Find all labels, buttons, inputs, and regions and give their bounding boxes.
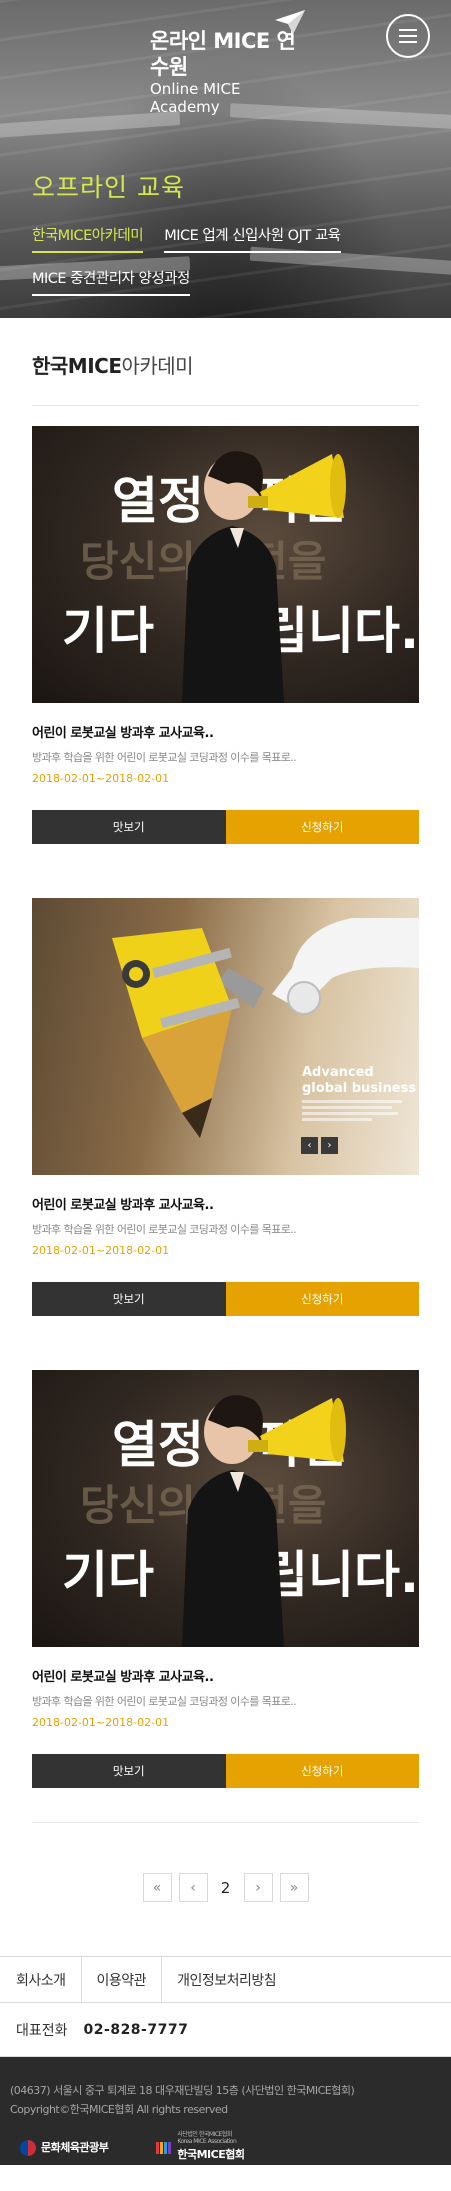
course-description: 방과후 학습을 위한 어린이 로봇교실 코딩과정 이수를 목표로.. bbox=[32, 1695, 297, 1708]
footer-link-terms[interactable]: 이용약관 bbox=[82, 1956, 163, 2003]
main-content: 한국MICE아카데미 열정 적인 당신의 도전을 기다 립니다. bbox=[0, 318, 451, 1823]
association-text: 사단법인 한국MICE협회 Korea MICE Association 한국M… bbox=[177, 2131, 245, 2164]
footer-link-about[interactable]: 회사소개 bbox=[0, 1956, 82, 2003]
paper-plane-icon bbox=[275, 10, 305, 34]
course-description: 방과후 학습을 위한 어린이 로봇교실 코딩과정 이수를 목표로.. bbox=[32, 1223, 297, 1236]
course-date: 2018-02-01~2018-02-01 bbox=[32, 1716, 170, 1729]
image-text: 열정 bbox=[112, 472, 204, 530]
image-text: 열정 bbox=[112, 1416, 204, 1474]
ministry-logo[interactable]: 문화체육관광부 bbox=[20, 2138, 109, 2157]
ministry-name: 문화체육관광부 bbox=[41, 2141, 109, 2154]
logo-title: 온라인 MICE 연수원 bbox=[150, 29, 296, 79]
image-text: 립니다. bbox=[262, 1546, 419, 1604]
hamburger-line bbox=[399, 41, 417, 43]
course-card: 열정 적인 당신의 도전을 기다 립니다. 어린이 로봇교실 방과후 교사교육.… bbox=[32, 1350, 419, 1822]
footer-link-privacy[interactable]: 개인정보처리방침 bbox=[162, 1956, 291, 2003]
last-page-button[interactable]: » bbox=[279, 1873, 309, 1902]
course-card: Advanced global business ‹ › 어린이 로봇교실 방과… bbox=[32, 878, 419, 1350]
tab-korea-mice-academy[interactable]: 한국MICE아카데미 bbox=[32, 224, 144, 253]
hero-banner: 온라인 MICE 연수원 Online MICE Academy 오프라인 교육… bbox=[0, 0, 451, 318]
preview-button[interactable]: 맛보기 bbox=[32, 810, 226, 844]
image-text: global business bbox=[302, 1081, 416, 1096]
section-title: 한국MICE아카데미 bbox=[32, 350, 419, 406]
association-name-small: 사단법인 한국MICE협회 bbox=[177, 2131, 232, 2138]
course-card: 열정 적인 당신의 도전을 기다 립니다. 어린이 로봇교실 방과후 교사교육.… bbox=[32, 406, 419, 878]
phone-label: 대표전화 bbox=[16, 2022, 68, 2039]
prev-page-button[interactable]: ‹ bbox=[178, 1873, 208, 1902]
footer-links: 회사소개 이용약관 개인정보처리방침 bbox=[0, 1956, 451, 2003]
taegeuk-icon bbox=[20, 2139, 36, 2156]
image-text: 기다 bbox=[62, 602, 154, 660]
footer-copyright: Copyright©한국MICE협회 All rights reserved bbox=[10, 2103, 228, 2116]
section-title-bold: 한국MICE bbox=[32, 354, 122, 378]
section-title-light: 아카데미 bbox=[121, 354, 194, 378]
logo-subtitle: Online MICE Academy bbox=[150, 80, 241, 116]
image-text: 기다 bbox=[62, 1546, 154, 1604]
hamburger-line bbox=[399, 29, 417, 31]
footer-address: (04637) 서울시 중구 퇴계로 18 대우재단빌딩 15층 (사단법인 한… bbox=[10, 2084, 355, 2097]
hamburger-line bbox=[399, 35, 417, 37]
course-thumbnail[interactable]: 열정 적인 당신의 도전을 기다 립니다. bbox=[32, 426, 419, 703]
course-title[interactable]: 어린이 로봇교실 방과후 교사교육.. bbox=[32, 1194, 419, 1213]
course-title[interactable]: 어린이 로봇교실 방과후 교사교육.. bbox=[32, 1666, 419, 1685]
apply-button[interactable]: 신청하기 bbox=[225, 1754, 419, 1788]
image-text: Advanced bbox=[302, 1065, 374, 1080]
next-page-button[interactable]: › bbox=[243, 1873, 273, 1902]
megaphone-woman-image: 열정 적인 당신의 도전을 기다 립니다. bbox=[62, 451, 419, 703]
hamburger-menu-button[interactable] bbox=[386, 14, 430, 58]
phone-number[interactable]: 02-828-7777 bbox=[84, 2022, 189, 2038]
category-tabs: 한국MICE아카데미 MICE 업계 신입사원 OJT 교육 MICE 중견관리… bbox=[32, 224, 432, 310]
current-page-number[interactable]: 2 bbox=[214, 1873, 237, 1902]
footer-bottom: (04637) 서울시 중구 퇴계로 18 대우재단빌딩 15층 (사단법인 한… bbox=[0, 2057, 451, 2165]
course-thumbnail[interactable]: 열정 적인 당신의 도전을 기다 립니다. bbox=[32, 1370, 419, 1647]
pagination: « ‹ 2 › » bbox=[0, 1823, 451, 1956]
slide-next-icon[interactable]: › bbox=[321, 1137, 338, 1154]
site-logo[interactable]: 온라인 MICE 연수원 Online MICE Academy bbox=[150, 28, 310, 116]
apply-button[interactable]: 신청하기 bbox=[225, 1282, 419, 1316]
course-date: 2018-02-01~2018-02-01 bbox=[32, 1244, 170, 1257]
tab-manager-course[interactable]: MICE 중견관리자 양성과정 bbox=[32, 267, 190, 296]
footer-logos: 문화체육관광부 사단법인 한국MICE협회 Korea MICE Associa… bbox=[10, 2131, 441, 2164]
association-name: 한국MICE협회 bbox=[177, 2148, 245, 2161]
pencil-robot-image: Advanced global business bbox=[112, 918, 419, 1138]
page-title: 오프라인 교육 bbox=[32, 173, 185, 202]
image-text: 립니다. bbox=[262, 602, 419, 660]
footer-phone: 대표전화 02-828-7777 bbox=[0, 2003, 451, 2057]
course-description: 방과후 학습을 위한 어린이 로봇교실 코딩과정 이수를 목표로.. bbox=[32, 751, 297, 764]
megaphone-woman-image: 열정 적인 당신의 도전을 기다 립니다. bbox=[62, 1395, 419, 1647]
slide-prev-icon[interactable]: ‹ bbox=[301, 1137, 318, 1154]
first-page-button[interactable]: « bbox=[142, 1873, 172, 1902]
course-actions: 맛보기 신청하기 bbox=[32, 1282, 419, 1316]
course-actions: 맛보기 신청하기 bbox=[32, 1754, 419, 1788]
preview-button[interactable]: 맛보기 bbox=[32, 1754, 226, 1788]
tab-ojt-training[interactable]: MICE 업계 신입사원 OJT 교육 bbox=[164, 224, 341, 253]
course-thumbnail[interactable]: Advanced global business ‹ › bbox=[32, 898, 419, 1175]
preview-button[interactable]: 맛보기 bbox=[32, 1282, 226, 1316]
association-mark-icon bbox=[156, 2141, 172, 2154]
course-actions: 맛보기 신청하기 bbox=[32, 810, 419, 844]
course-title[interactable]: 어린이 로봇교실 방과후 교사교육.. bbox=[32, 722, 419, 741]
association-logo[interactable]: 사단법인 한국MICE협회 Korea MICE Association 한국M… bbox=[156, 2131, 245, 2164]
apply-button[interactable]: 신청하기 bbox=[225, 810, 419, 844]
association-name-small-en: Korea MICE Association bbox=[177, 2138, 237, 2145]
course-date: 2018-02-01~2018-02-01 bbox=[32, 772, 170, 785]
